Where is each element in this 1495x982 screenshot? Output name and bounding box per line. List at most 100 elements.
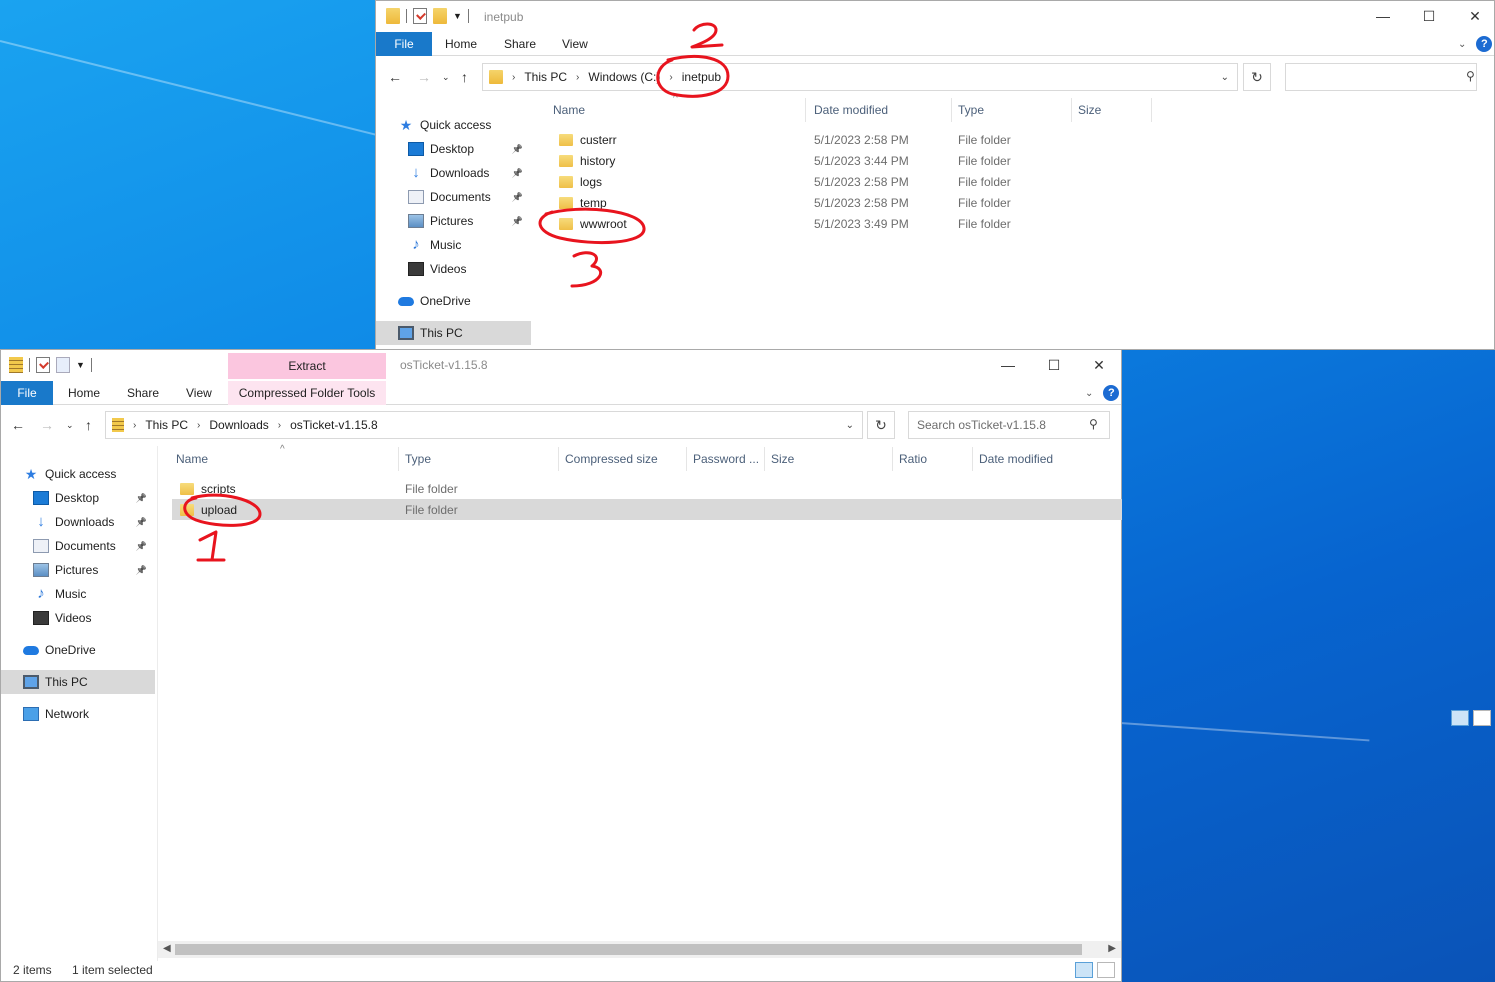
pin-icon[interactable]: 📌: [136, 517, 147, 528]
nav-item-quick-access[interactable]: ★ Quick access: [1, 462, 155, 486]
column-header-type[interactable]: Type: [952, 98, 1072, 122]
scroll-left-arrow-icon[interactable]: ◀: [163, 943, 171, 954]
tab-file[interactable]: File: [1, 381, 53, 405]
address-history-dropdown-icon[interactable]: ⌄: [846, 420, 854, 431]
close-button[interactable]: ✕: [1076, 350, 1122, 380]
forward-arrow-icon[interactable]: →: [417, 69, 431, 85]
expand-ribbon-icon[interactable]: ⌄: [1085, 388, 1093, 399]
breadcrumb-this-pc[interactable]: This PC: [524, 70, 567, 84]
file-name-cell[interactable]: custerr: [559, 129, 617, 150]
breadcrumb-separator-icon[interactable]: ›: [197, 420, 200, 431]
column-header-ratio[interactable]: Ratio: [893, 447, 973, 471]
pin-icon[interactable]: 📌: [512, 192, 523, 203]
nav-item-network[interactable]: Network: [1, 702, 155, 726]
pin-icon[interactable]: 📌: [136, 493, 147, 504]
pin-icon[interactable]: 📌: [512, 168, 523, 179]
tab-compressed-folder-tools[interactable]: Compressed Folder Tools: [228, 381, 386, 405]
file-row[interactable]: upload File folder: [172, 499, 1122, 520]
breadcrumb-inetpub[interactable]: inetpub: [682, 70, 721, 84]
tab-view[interactable]: View: [562, 32, 588, 56]
search-icon[interactable]: ⚲: [1466, 69, 1475, 83]
recent-locations-icon[interactable]: ⌄: [442, 72, 450, 83]
tab-share[interactable]: Share: [504, 32, 536, 56]
nav-item-downloads[interactable]: ↓ Downloads 📌: [376, 161, 531, 185]
nav-item-quick-access[interactable]: ★ Quick access: [376, 113, 531, 137]
customize-toolbar-dropdown-icon[interactable]: ▼: [76, 360, 85, 370]
file-name-cell[interactable]: logs: [559, 171, 602, 192]
search-input[interactable]: [1285, 63, 1477, 91]
new-folder-icon[interactable]: [433, 8, 447, 24]
file-row[interactable]: custerr 5/1/2023 2:58 PM File folder: [547, 129, 1487, 150]
column-header-size[interactable]: Size: [1072, 98, 1152, 122]
forward-arrow-icon[interactable]: →: [40, 417, 54, 433]
up-arrow-icon[interactable]: ↑: [85, 417, 92, 433]
properties-icon[interactable]: [36, 357, 50, 373]
nav-item-onedrive[interactable]: OneDrive: [376, 289, 531, 313]
context-tab-group-extract[interactable]: Extract: [228, 353, 386, 379]
file-row[interactable]: wwwroot 5/1/2023 3:49 PM File folder: [547, 213, 1487, 234]
nav-item-downloads[interactable]: ↓ Downloads 📌: [1, 510, 155, 534]
scroll-right-arrow-icon[interactable]: ▶: [1108, 943, 1116, 954]
expand-ribbon-icon[interactable]: ⌄: [1458, 39, 1466, 50]
file-name-cell[interactable]: wwwroot: [559, 213, 627, 234]
column-header-date-modified[interactable]: Date modified: [973, 447, 1113, 471]
column-header-type[interactable]: Type: [399, 447, 559, 471]
nav-item-this-pc[interactable]: This PC: [1, 670, 155, 694]
scrollbar-thumb[interactable]: [175, 944, 1082, 955]
breadcrumb-separator-icon[interactable]: ›: [576, 72, 579, 83]
customize-toolbar-dropdown-icon[interactable]: ▼: [453, 11, 462, 21]
tab-view[interactable]: View: [186, 381, 212, 405]
file-row[interactable]: scripts File folder: [172, 478, 1122, 499]
column-header-password[interactable]: Password ...: [687, 447, 765, 471]
nav-item-onedrive[interactable]: OneDrive: [1, 638, 155, 662]
large-icons-view-icon[interactable]: [1473, 710, 1491, 726]
up-arrow-icon[interactable]: ↑: [461, 69, 468, 85]
pin-icon[interactable]: 📌: [512, 144, 523, 155]
pin-icon[interactable]: 📌: [512, 216, 523, 227]
properties-icon[interactable]: [413, 8, 427, 24]
nav-item-music[interactable]: ♪ Music: [1, 582, 155, 606]
file-row[interactable]: temp 5/1/2023 2:58 PM File folder: [547, 192, 1487, 213]
nav-item-pictures[interactable]: Pictures 📌: [1, 558, 155, 582]
maximize-button[interactable]: ☐: [1031, 350, 1077, 380]
refresh-icon[interactable]: ↻: [867, 411, 895, 439]
nav-item-videos[interactable]: Videos: [1, 606, 155, 630]
nav-item-pictures[interactable]: Pictures 📌: [376, 209, 531, 233]
nav-item-desktop[interactable]: Desktop 📌: [376, 137, 531, 161]
nav-item-desktop[interactable]: Desktop 📌: [1, 486, 155, 510]
tab-home[interactable]: Home: [68, 381, 100, 405]
minimize-button[interactable]: —: [1360, 1, 1406, 31]
file-name-cell[interactable]: upload: [180, 499, 237, 520]
help-icon[interactable]: ?: [1103, 385, 1120, 401]
new-folder-icon[interactable]: [56, 357, 70, 373]
details-view-icon[interactable]: [1451, 710, 1469, 726]
large-icons-view-icon[interactable]: [1097, 962, 1115, 978]
refresh-icon[interactable]: ↻: [1243, 63, 1271, 91]
breadcrumb-osticket[interactable]: osTicket-v1.15.8: [290, 418, 378, 432]
pin-icon[interactable]: 📌: [136, 541, 147, 552]
breadcrumb-separator-icon[interactable]: ›: [669, 72, 672, 83]
details-view-icon[interactable]: [1075, 962, 1093, 978]
tab-share[interactable]: Share: [127, 381, 159, 405]
column-header-date-modified[interactable]: Date modified: [808, 98, 952, 122]
nav-item-documents[interactable]: Documents 📌: [376, 185, 531, 209]
file-row[interactable]: logs 5/1/2023 2:58 PM File folder: [547, 171, 1487, 192]
horizontal-scrollbar[interactable]: ◀ ▶: [158, 941, 1121, 958]
search-icon[interactable]: ⚲: [1089, 417, 1098, 431]
column-header-size[interactable]: Size: [765, 447, 893, 471]
file-row[interactable]: history 5/1/2023 3:44 PM File folder: [547, 150, 1487, 171]
nav-item-music[interactable]: ♪ Music: [376, 233, 531, 257]
tab-home[interactable]: Home: [445, 32, 477, 56]
back-arrow-icon[interactable]: ←: [388, 69, 402, 85]
address-bar[interactable]: › This PC › Windows (C:) › inetpub ⌄: [482, 63, 1238, 91]
help-icon[interactable]: ?: [1476, 36, 1493, 52]
breadcrumb-windows-c[interactable]: Windows (C:): [588, 70, 660, 84]
breadcrumb-downloads[interactable]: Downloads: [209, 418, 268, 432]
nav-item-this-pc[interactable]: This PC: [376, 321, 531, 345]
pin-icon[interactable]: 📌: [136, 565, 147, 576]
search-input[interactable]: Search osTicket-v1.15.8: [908, 411, 1110, 439]
breadcrumb-separator-icon[interactable]: ›: [278, 420, 281, 431]
close-button[interactable]: ✕: [1452, 1, 1495, 31]
address-bar[interactable]: › This PC › Downloads › osTicket-v1.15.8…: [105, 411, 863, 439]
breadcrumb-separator-icon[interactable]: ›: [133, 420, 136, 431]
